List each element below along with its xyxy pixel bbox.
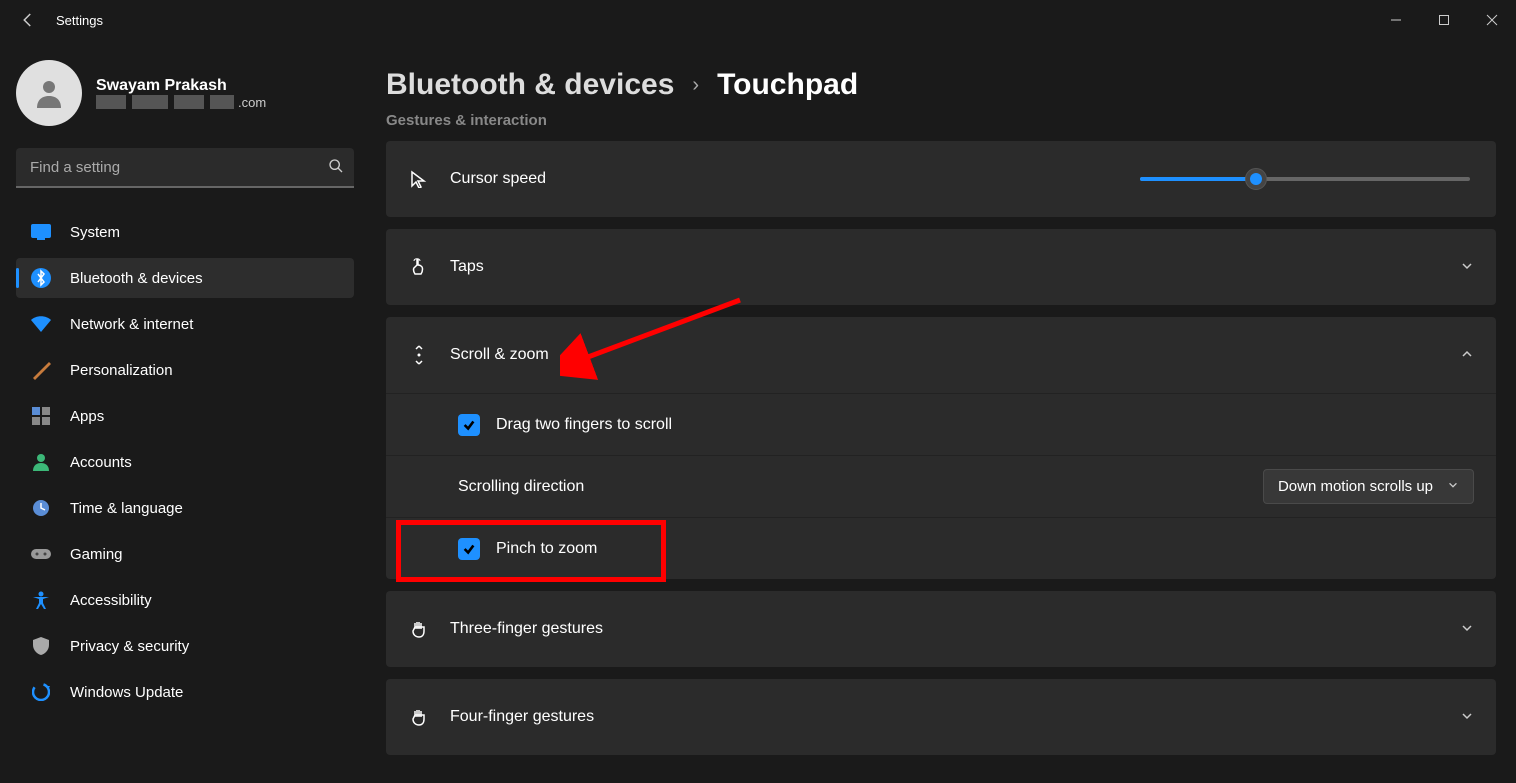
sidebar-item-gaming[interactable]: Gaming xyxy=(16,534,354,574)
drag-two-fingers-checkbox[interactable] xyxy=(458,414,480,436)
hand-icon xyxy=(408,706,430,728)
cursor-speed-row: Cursor speed xyxy=(386,141,1496,217)
row-label: Scrolling direction xyxy=(458,478,1263,496)
sidebar-item-label: Windows Update xyxy=(70,684,183,701)
app-title: Settings xyxy=(56,13,103,28)
sidebar-item-network[interactable]: Network & internet xyxy=(16,304,354,344)
sidebar-item-time-language[interactable]: Time & language xyxy=(16,488,354,528)
scrolling-direction-dropdown[interactable]: Down motion scrolls up xyxy=(1263,469,1474,504)
gamepad-icon xyxy=(30,543,52,565)
sidebar-item-label: Personalization xyxy=(70,362,173,379)
sidebar-item-label: Bluetooth & devices xyxy=(70,270,203,287)
shield-icon xyxy=(30,635,52,657)
cursor-speed-slider[interactable] xyxy=(1140,177,1470,181)
tap-icon xyxy=(408,256,430,278)
sidebar-item-label: System xyxy=(70,224,120,241)
sidebar-item-label: Time & language xyxy=(70,500,183,517)
system-icon xyxy=(30,221,52,243)
clock-icon xyxy=(30,497,52,519)
sidebar-item-label: Gaming xyxy=(70,546,123,563)
row-label: Cursor speed xyxy=(450,170,1140,188)
three-finger-row[interactable]: Three-finger gestures xyxy=(386,591,1496,667)
person-icon xyxy=(30,451,52,473)
avatar xyxy=(16,60,82,126)
maximize-button[interactable] xyxy=(1420,0,1468,40)
search-icon[interactable] xyxy=(328,158,344,179)
chevron-right-icon: › xyxy=(692,74,699,97)
chevron-up-icon xyxy=(1460,347,1474,364)
scroll-zoom-section: Scroll & zoom Drag two fingers to scroll… xyxy=(386,317,1496,579)
four-finger-row[interactable]: Four-finger gestures xyxy=(386,679,1496,755)
scrolling-direction-row: Scrolling direction Down motion scrolls … xyxy=(386,455,1496,517)
row-label: Three-finger gestures xyxy=(450,620,1460,638)
brush-icon xyxy=(30,359,52,381)
row-label: Scroll & zoom xyxy=(450,346,1460,364)
hand-icon xyxy=(408,618,430,640)
chevron-down-icon xyxy=(1460,621,1474,638)
sidebar-item-windows-update[interactable]: Windows Update xyxy=(16,672,354,712)
sidebar-item-system[interactable]: System xyxy=(16,212,354,252)
wifi-icon xyxy=(30,313,52,335)
sidebar-item-personalization[interactable]: Personalization xyxy=(16,350,354,390)
sidebar-item-label: Apps xyxy=(70,408,104,425)
back-button[interactable] xyxy=(16,8,40,32)
row-label: Pinch to zoom xyxy=(496,540,1474,558)
breadcrumb-parent[interactable]: Bluetooth & devices xyxy=(386,68,674,102)
chevron-down-icon xyxy=(1460,709,1474,726)
cursor-icon xyxy=(408,168,430,190)
chevron-down-icon xyxy=(1447,479,1459,494)
taps-row[interactable]: Taps xyxy=(386,229,1496,305)
pinch-to-zoom-checkbox[interactable] xyxy=(458,538,480,560)
sidebar-item-accessibility[interactable]: Accessibility xyxy=(16,580,354,620)
breadcrumb: Bluetooth & devices › Touchpad xyxy=(386,68,1496,102)
window-controls xyxy=(1372,0,1516,40)
scroll-zoom-row[interactable]: Scroll & zoom xyxy=(386,317,1496,393)
sidebar-item-apps[interactable]: Apps xyxy=(16,396,354,436)
minimize-button[interactable] xyxy=(1372,0,1420,40)
profile-name: Swayam Prakash xyxy=(96,77,266,95)
row-label: Drag two fingers to scroll xyxy=(496,416,1474,434)
drag-two-fingers-row: Drag two fingers to scroll xyxy=(386,393,1496,455)
scroll-icon xyxy=(408,344,430,366)
update-icon xyxy=(30,681,52,703)
sidebar-item-label: Privacy & security xyxy=(70,638,189,655)
breadcrumb-current: Touchpad xyxy=(717,68,858,102)
profile-section[interactable]: Swayam Prakash .com xyxy=(16,60,354,126)
sidebar-item-bluetooth-devices[interactable]: Bluetooth & devices xyxy=(16,258,354,298)
search-input[interactable] xyxy=(16,148,354,188)
row-label: Taps xyxy=(450,258,1460,276)
close-button[interactable] xyxy=(1468,0,1516,40)
sidebar-item-accounts[interactable]: Accounts xyxy=(16,442,354,482)
sidebar-item-label: Accounts xyxy=(70,454,132,471)
dropdown-value: Down motion scrolls up xyxy=(1278,478,1433,495)
search-container xyxy=(16,148,354,188)
sidebar-item-privacy-security[interactable]: Privacy & security xyxy=(16,626,354,666)
bluetooth-icon xyxy=(30,267,52,289)
sidebar-item-label: Network & internet xyxy=(70,316,193,333)
sidebar-item-label: Accessibility xyxy=(70,592,152,609)
chevron-down-icon xyxy=(1460,259,1474,276)
profile-email: .com xyxy=(96,95,266,110)
pinch-to-zoom-row: Pinch to zoom xyxy=(386,517,1496,579)
accessibility-icon xyxy=(30,589,52,611)
apps-icon xyxy=(30,405,52,427)
section-title: Gestures & interaction xyxy=(386,112,1496,129)
row-label: Four-finger gestures xyxy=(450,708,1460,726)
